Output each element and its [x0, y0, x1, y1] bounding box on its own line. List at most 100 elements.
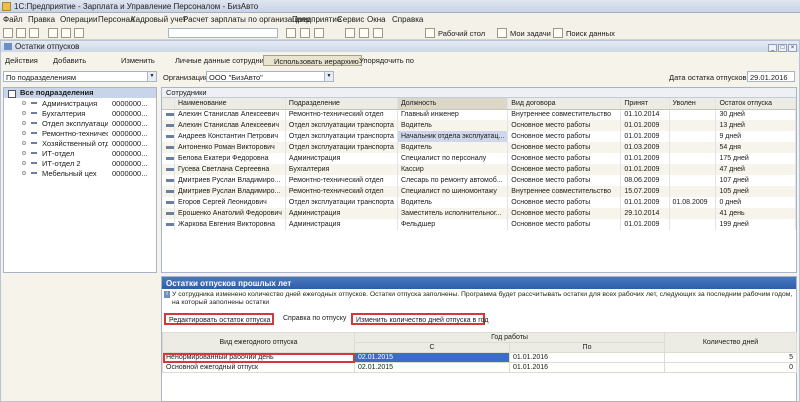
table-cell[interactable] [669, 175, 717, 186]
table-cell[interactable]: Основное место работы [507, 120, 622, 131]
table-row[interactable]: Егоров Сергей Леонидович Отдел эксплуатац… [162, 197, 796, 208]
table-cell[interactable] [669, 208, 717, 219]
desktop-icon[interactable] [425, 28, 435, 38]
tree-item[interactable]: Мебельный цех 0000000... [4, 168, 156, 178]
calendar-icon[interactable] [314, 28, 324, 38]
table-cell[interactable]: 01.03.2009 [620, 142, 670, 153]
vacation-help-button[interactable]: Справка по отпуску [280, 313, 349, 325]
table-cell[interactable]: Отдел эксплуатации транспорта [285, 142, 398, 153]
tree-item[interactable]: ИТ-отдел 0000000... [4, 148, 156, 158]
table-row[interactable]: Андреев Константин Петрович Отдел эксплуа… [162, 131, 796, 142]
from-cell[interactable]: 02.01.2015 [354, 352, 510, 363]
personal-data-button[interactable]: Личные данные сотрудника [163, 55, 273, 66]
table-cell[interactable]: Ремонтно-технический отдел [285, 175, 398, 186]
chevron-down-icon[interactable]: ▼ [147, 72, 156, 81]
actions-menu[interactable]: Действия [3, 55, 40, 66]
table-cell[interactable]: Жаркова Евгения Викторовна [174, 219, 286, 230]
table-cell[interactable]: Ремонтно-технический отдел [285, 109, 398, 120]
table-cell[interactable] [669, 131, 717, 142]
table-cell[interactable]: Администрация [285, 153, 398, 164]
calc-icon[interactable] [300, 28, 310, 38]
table-cell[interactable]: Слесарь по ремонту автомоб... [397, 175, 509, 186]
organization-select[interactable]: ООО "БизАвто" ▼ [206, 71, 334, 82]
table-row[interactable]: Жаркова Евгения Викторовна Администрация Ф… [162, 219, 796, 230]
table-cell[interactable]: 29.10.2014 [620, 208, 670, 219]
table-cell[interactable]: Отдел эксплуатации транспорта [285, 197, 398, 208]
table-cell[interactable]: Антоненко Роман Викторович [174, 142, 286, 153]
kind-cell[interactable]: Основной ежегодный отпуск [162, 362, 355, 373]
column-header[interactable]: Остаток отпуска [715, 98, 796, 110]
table-row[interactable]: Гусева Светлана Сергеевна Бухгалтерия Касс… [162, 164, 796, 175]
my-tasks-button[interactable]: Мои задачи [510, 29, 551, 38]
table-cell[interactable] [669, 142, 717, 153]
table-row[interactable]: Ненормированный рабочий день 02.01.2015 … [162, 352, 797, 363]
table-cell[interactable]: 01.10.2014 [620, 109, 670, 120]
table-cell[interactable]: Администрация [285, 219, 398, 230]
table-cell[interactable]: Алехин Станислав Алексеевич [174, 109, 286, 120]
days-cell[interactable]: 0 [664, 362, 797, 373]
table-cell[interactable]: Специалист по персоналу [397, 153, 509, 164]
tree-item[interactable]: Бухгалтерия 0000000... [4, 108, 156, 118]
table-cell[interactable]: 47 дней [715, 164, 796, 175]
tasks-icon[interactable] [497, 28, 507, 38]
change-days-button[interactable]: Изменить количество дней отпуска в год [351, 313, 488, 325]
table-cell[interactable]: Специалист по шиномонтажу [397, 186, 509, 197]
table-cell[interactable] [669, 186, 717, 197]
table-cell[interactable]: 30 дней [715, 109, 796, 120]
open-icon[interactable] [16, 28, 26, 38]
table-cell[interactable] [669, 120, 717, 131]
table-cell[interactable]: Гусева Светлана Сергеевна [174, 164, 286, 175]
table-cell[interactable] [669, 219, 717, 230]
table-cell[interactable]: 01.01.2009 [620, 197, 670, 208]
table-cell[interactable]: 01.01.2009 [620, 153, 670, 164]
maximize-icon[interactable]: □ [778, 44, 787, 52]
table-cell[interactable]: Основное место работы [507, 142, 622, 153]
table-cell[interactable]: 54 дня [715, 142, 796, 153]
balance-date-field[interactable]: 29.01.2016 [747, 71, 795, 82]
menu-service[interactable]: Сервис [337, 15, 364, 24]
menu-file[interactable]: Файл [3, 15, 23, 24]
table-cell[interactable]: Водитель [397, 120, 509, 131]
add-button[interactable]: Добавить [41, 55, 88, 66]
sort-by-menu[interactable]: Упорядочить по [357, 55, 416, 66]
table-cell[interactable]: 199 дней [715, 219, 796, 230]
table-cell[interactable]: Ерошенко Анатолий Федорович [174, 208, 286, 219]
table-cell[interactable]: 08.06.2009 [620, 175, 670, 186]
table-cell[interactable]: Внутреннее совместительство [507, 109, 622, 120]
chevron-down-icon[interactable]: ▼ [324, 72, 333, 81]
column-header[interactable]: Наименование [174, 98, 286, 110]
table-cell[interactable]: Основное место работы [507, 197, 622, 208]
table-cell[interactable]: Алехин Станислав Алексеевич [174, 120, 286, 131]
table-cell[interactable]: 15.07.2009 [620, 186, 670, 197]
table-cell[interactable]: 107 дней [715, 175, 796, 186]
department-tree[interactable]: Все подразделения Администрация 0000000..… [3, 87, 157, 273]
toolbar-search-combo[interactable] [168, 28, 278, 38]
table-cell[interactable]: Основное место работы [507, 208, 622, 219]
table-cell[interactable]: Основное место работы [507, 175, 622, 186]
menu-edit[interactable]: Правка [28, 15, 55, 24]
table-cell[interactable]: 01.01.2009 [620, 219, 670, 230]
days-cell[interactable]: 5 [664, 352, 797, 363]
tree-item[interactable]: Администрация 0000000... [4, 98, 156, 108]
table-cell[interactable] [669, 109, 717, 120]
tree-item[interactable]: Хозяйственный отдел 0000000... [4, 138, 156, 148]
to-cell[interactable]: 01.01.2016 [509, 362, 665, 373]
menu-enterprise[interactable]: Предприятие [292, 15, 341, 24]
table-cell[interactable]: Главный инженер [397, 109, 509, 120]
table-cell[interactable]: Заместитель исполнительног... [397, 208, 509, 219]
table-row[interactable]: Белова Екатери Федоровна Администрация Спе… [162, 153, 796, 164]
table-cell[interactable]: 105 дней [715, 186, 796, 197]
table-cell[interactable]: 9 дней [715, 131, 796, 142]
table-cell[interactable]: 13 дней [715, 120, 796, 131]
table-cell[interactable]: Дмитриев Руслан Владимиро... [174, 186, 286, 197]
minimize-icon[interactable]: _ [768, 44, 777, 52]
table-row[interactable]: Алехин Станислав Алексеевич Ремонтно-техн… [162, 109, 796, 120]
copy-icon[interactable] [61, 28, 71, 38]
column-header[interactable]: Должность [397, 98, 509, 110]
table-cell[interactable]: Отдел эксплуатации транспорта [285, 131, 398, 142]
table-cell[interactable]: Администрация [285, 208, 398, 219]
table-cell[interactable]: Основное место работы [507, 131, 622, 142]
table-cell[interactable]: Водитель [397, 142, 509, 153]
table-cell[interactable]: Основное место работы [507, 164, 622, 175]
table-cell[interactable]: Белова Екатери Федоровна [174, 153, 286, 164]
